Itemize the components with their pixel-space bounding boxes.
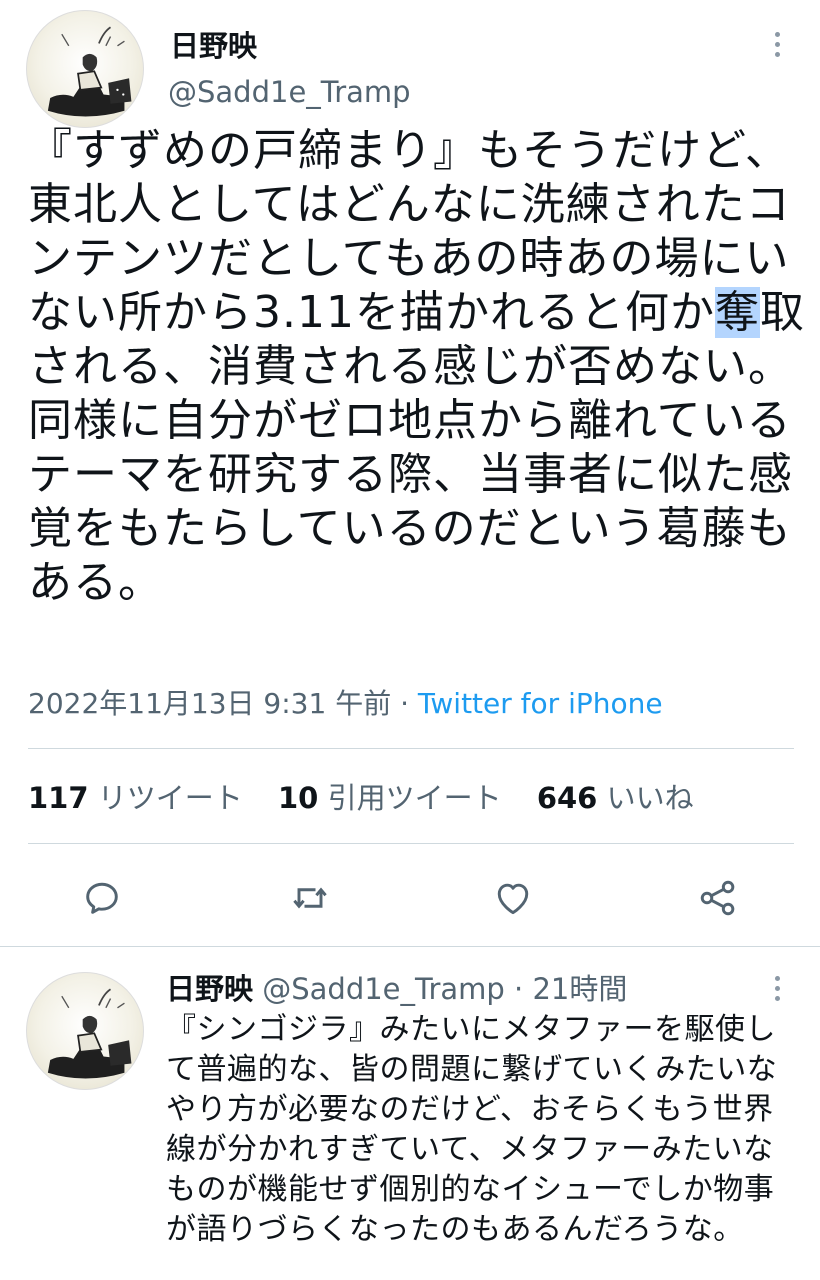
like-button[interactable] <box>491 876 535 920</box>
reply-separator: · <box>514 972 524 1006</box>
likes-stat[interactable]: 646 いいね <box>537 781 694 815</box>
reply-line: 『シンゴジラ』みたいにメタファーを駆使し <box>166 1012 776 1047</box>
more-options-icon[interactable] <box>772 32 782 57</box>
reply-line: て普遍的な、皆の問題に繋げていくみたいな <box>166 1052 778 1087</box>
tweet-timestamp[interactable]: 2022年11月13日 9:31 午前 <box>28 687 391 720</box>
tweet-line: テーマを研究する際、当事者に似た感 <box>28 449 793 500</box>
avatar-illustration <box>47 26 132 117</box>
tweet-stats: 117 リツイート 10 引用ツイート 646 いいね <box>28 778 720 818</box>
tweet-line: 東北人としてはどんなに洗練されたコ <box>28 179 791 230</box>
retweets-count: 117 <box>28 781 89 815</box>
meta-separator: · <box>400 687 410 720</box>
reply-author-name[interactable]: 日野映 <box>166 972 253 1006</box>
reply-button[interactable] <box>80 876 124 920</box>
tweet-line-with-selection: ない所から3.11を描かれると何か奪取 <box>28 286 804 340</box>
tweet-line: 同様に自分がゼロ地点から離れている <box>28 395 792 446</box>
divider <box>0 946 820 947</box>
tweet-line: ある。 <box>28 557 163 608</box>
like-icon <box>497 883 529 915</box>
share-icon <box>700 880 735 916</box>
tweet-line: ンテンツだとしてもあの時あの場にい <box>28 233 790 284</box>
reply-line: 線が分かれすぎていて、メタファーみたいな <box>166 1132 774 1167</box>
quotes-stat[interactable]: 10 引用ツイート <box>278 781 502 815</box>
reply-time[interactable]: 21時間 <box>532 972 627 1006</box>
tweet-line-part: 取 <box>759 287 805 338</box>
tweet-text: 『すずめの戸締まり』もそうだけど、 東北人としてはどんなに洗練されたコ ンテンツ… <box>28 124 804 610</box>
reply-header: 日野映 @Sadd1e_Tramp · 21時間 <box>166 970 627 1008</box>
reply-icon <box>86 882 118 914</box>
reply-line: が語りづらくなったのもあるんだろうな。 <box>166 1212 744 1247</box>
reply-author-avatar[interactable] <box>26 972 144 1090</box>
retweets-label: リツイート <box>97 781 243 815</box>
retweets-stat[interactable]: 117 リツイート <box>28 781 243 815</box>
tweet-meta: 2022年11月13日 9:31 午前 · Twitter for iPhone <box>28 684 663 724</box>
tweet-line: される、消費される感じが否めない。 <box>28 341 793 392</box>
author-name[interactable]: 日野映 <box>170 28 257 64</box>
tweet-source-link[interactable]: Twitter for iPhone <box>418 687 663 720</box>
retweet-icon <box>293 887 327 909</box>
reply-line: ものが機能せず個別的なイシューでしか物事 <box>166 1172 775 1207</box>
divider <box>28 748 794 749</box>
tweet-line: 『すずめの戸締まり』もそうだけど、 <box>28 125 790 176</box>
author-avatar[interactable] <box>26 10 144 128</box>
share-button[interactable] <box>696 876 740 920</box>
likes-count: 646 <box>536 781 598 815</box>
text-selection[interactable]: 奪 <box>714 287 760 338</box>
reply-line: やり方が必要なのだけど、おそらくもう世界 <box>166 1092 774 1127</box>
reply-text: 『シンゴジラ』みたいにメタファーを駆使し て普遍的な、皆の問題に繋げていくみたい… <box>166 1010 796 1250</box>
divider <box>28 843 794 844</box>
quotes-count: 10 <box>278 781 319 815</box>
retweet-button[interactable] <box>288 876 332 920</box>
avatar-illustration <box>47 988 132 1079</box>
tweet-line-part: ない所から3.11を描かれると何か <box>28 287 715 338</box>
reply-more-options-icon[interactable] <box>772 976 782 1001</box>
author-handle[interactable]: @Sadd1e_Tramp <box>168 74 411 110</box>
tweet-line: 覚をもたらしているのだという葛藤も <box>28 503 792 554</box>
likes-label: いいね <box>606 781 694 815</box>
reply-author-handle[interactable]: @Sadd1e_Tramp <box>262 972 505 1006</box>
quotes-label: 引用ツイート <box>327 781 502 815</box>
